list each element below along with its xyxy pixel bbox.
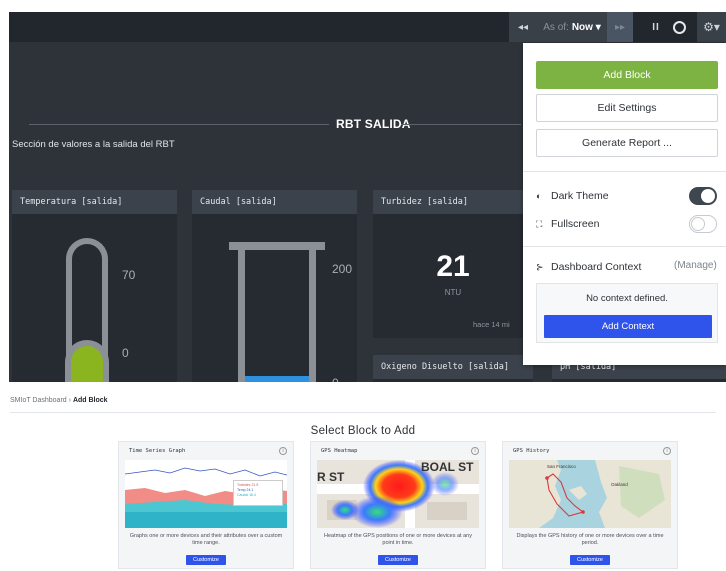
last-updated: hace 14 mi [473,320,510,329]
manage-context-link[interactable]: (Manage) [674,260,717,271]
city-label: San Francisco [547,464,576,469]
no-context-message: No context defined. [586,293,668,304]
gear-icon: ⚙▾ [703,20,720,34]
fast-forward-icon: ▸▸ [614,21,626,33]
fullscreen-toggle[interactable] [689,215,717,233]
as-of-dropdown[interactable]: As of: Now ▾ [537,12,607,42]
card-description: Heatmap of the GPS positions of one or m… [324,533,472,546]
dark-theme-row: ◐ Dark Theme [536,187,609,205]
fullscreen-row: ⛶ Fullscreen [536,215,599,233]
flow-panel[interactable]: Caudal [salida] 200 0 [192,190,357,382]
section-subtitle: Sección de valores a la salida del RBT [12,139,175,150]
customize-button[interactable]: Customize [378,555,418,565]
card-description: Graphs one or more devices and their att… [129,533,283,546]
customize-button[interactable]: Customize [186,555,226,565]
scale-max-label: 70 [122,268,136,282]
dashboard-context-label: Dashboard Context [551,261,642,273]
chart-legend: Turbidez 21.5 Temp 24.1 Caudal 18.4 [233,480,283,506]
edit-settings-button[interactable]: Edit Settings [536,94,718,122]
gps-history-card[interactable]: GPS History i San Francisco Oakland Disp… [502,441,678,569]
time-series-preview: Turbidez 21.5 Temp 24.1 Caudal 18.4 [125,460,287,528]
breadcrumb-current: Add Block [72,397,108,404]
page-title: Select Block to Add [310,425,416,437]
breadcrumb-parent[interactable]: SMIoT Dashboard [10,397,67,404]
time-series-graph-card[interactable]: Time Series Graph i Turbidez 21.5 Temp 2… [118,441,294,569]
dark-theme-toggle[interactable] [689,187,717,205]
breadcrumb-separator: › [68,397,71,404]
tank-level-fill [245,376,309,382]
toggle-knob [691,217,705,231]
as-of-value: Now ▾ [571,21,601,33]
context-box: No context defined. Add Context [536,283,718,343]
settings-menu-button[interactable]: ⚙▾ [697,12,726,42]
menu-divider [523,246,726,247]
tank-rim [229,242,325,250]
card-description: Displays the GPS history of one or more … [516,533,664,546]
dashboard-context-row: ⊱ Dashboard Context [536,258,641,276]
info-icon[interactable]: i [279,447,287,455]
customize-button[interactable]: Customize [570,555,610,565]
section-divider-left [29,124,329,125]
add-block-button[interactable]: Add Block [536,61,718,89]
gps-history-preview: San Francisco Oakland [509,460,671,528]
header-divider [10,412,716,413]
fullscreen-icon: ⛶ [536,218,543,229]
section-title: RBT SALIDA [336,117,411,131]
fullscreen-label: Fullscreen [551,218,600,230]
add-context-button[interactable]: Add Context [544,315,712,338]
scale-min-label: 0 [122,346,129,360]
info-icon[interactable]: i [471,447,479,455]
thermometer-fill [65,340,109,382]
context-icon: ⊱ [536,261,544,272]
city-label: Oakland [611,482,628,487]
panel-title: Caudal [salida] [192,190,357,214]
tank-wall-right [309,250,316,382]
dashboard-toolbar: ◂◂ As of: Now ▾ ▸▸ II ⚙▾ [9,12,726,42]
scale-max-label: 200 [332,262,353,276]
panel-title: Turbidez [salida] [373,190,533,214]
gps-heatmap-card[interactable]: GPS Heatmap i BOAL ST R ST Heatmap of th… [310,441,486,569]
pause-button[interactable]: II [647,12,665,42]
refresh-indicator[interactable] [669,12,689,42]
dissolved-oxygen-panel[interactable]: Oxigeno Disuelto [salida] [373,355,533,382]
dark-theme-label: Dark Theme [551,190,609,202]
screen: ◂◂ As of: Now ▾ ▸▸ II ⚙▾ RBT SALIDA Secc… [0,0,726,571]
legend-item: Caudal 18.4 [237,493,256,497]
temperature-panel[interactable]: Temperatura [salida] 70 0 [12,190,177,382]
toggle-knob [701,189,715,203]
panel-title: Temperatura [salida] [12,190,177,214]
pause-icon: II [652,21,660,33]
contrast-icon: ◐ [536,191,542,201]
turbidity-panel[interactable]: Turbidez [salida] 21 NTU hace 14 mi [373,190,533,338]
step-forward-button[interactable]: ▸▸ [607,12,633,42]
turbidity-value: 21 [436,250,470,283]
street-label: R ST [317,470,345,484]
settings-dropdown-menu: Add Block Edit Settings Generate Report … [523,43,726,365]
scale-min-label: 0 [332,376,339,382]
tank-wall-left [238,250,245,382]
step-back-button[interactable]: ◂◂ [509,12,537,42]
card-title: GPS History [513,448,550,454]
menu-divider [523,171,726,172]
generate-report-button[interactable]: Generate Report ... [536,129,718,157]
panel-title: Oxigeno Disuelto [salida] [373,355,533,379]
section-divider-right [401,124,521,125]
loading-ring-icon [672,20,686,34]
card-title: GPS Heatmap [321,448,358,454]
street-label: BOAL ST [421,460,474,474]
rewind-icon: ◂◂ [517,21,529,33]
gps-history-thumbnail [509,460,671,528]
turbidity-unit: NTU [444,288,462,297]
as-of-label: As of: [543,21,569,33]
heatmap-preview: BOAL ST R ST [317,460,479,528]
card-title: Time Series Graph [129,448,186,454]
info-icon[interactable]: i [663,447,671,455]
breadcrumb: SMIoT Dashboard › Add Block [10,397,108,404]
